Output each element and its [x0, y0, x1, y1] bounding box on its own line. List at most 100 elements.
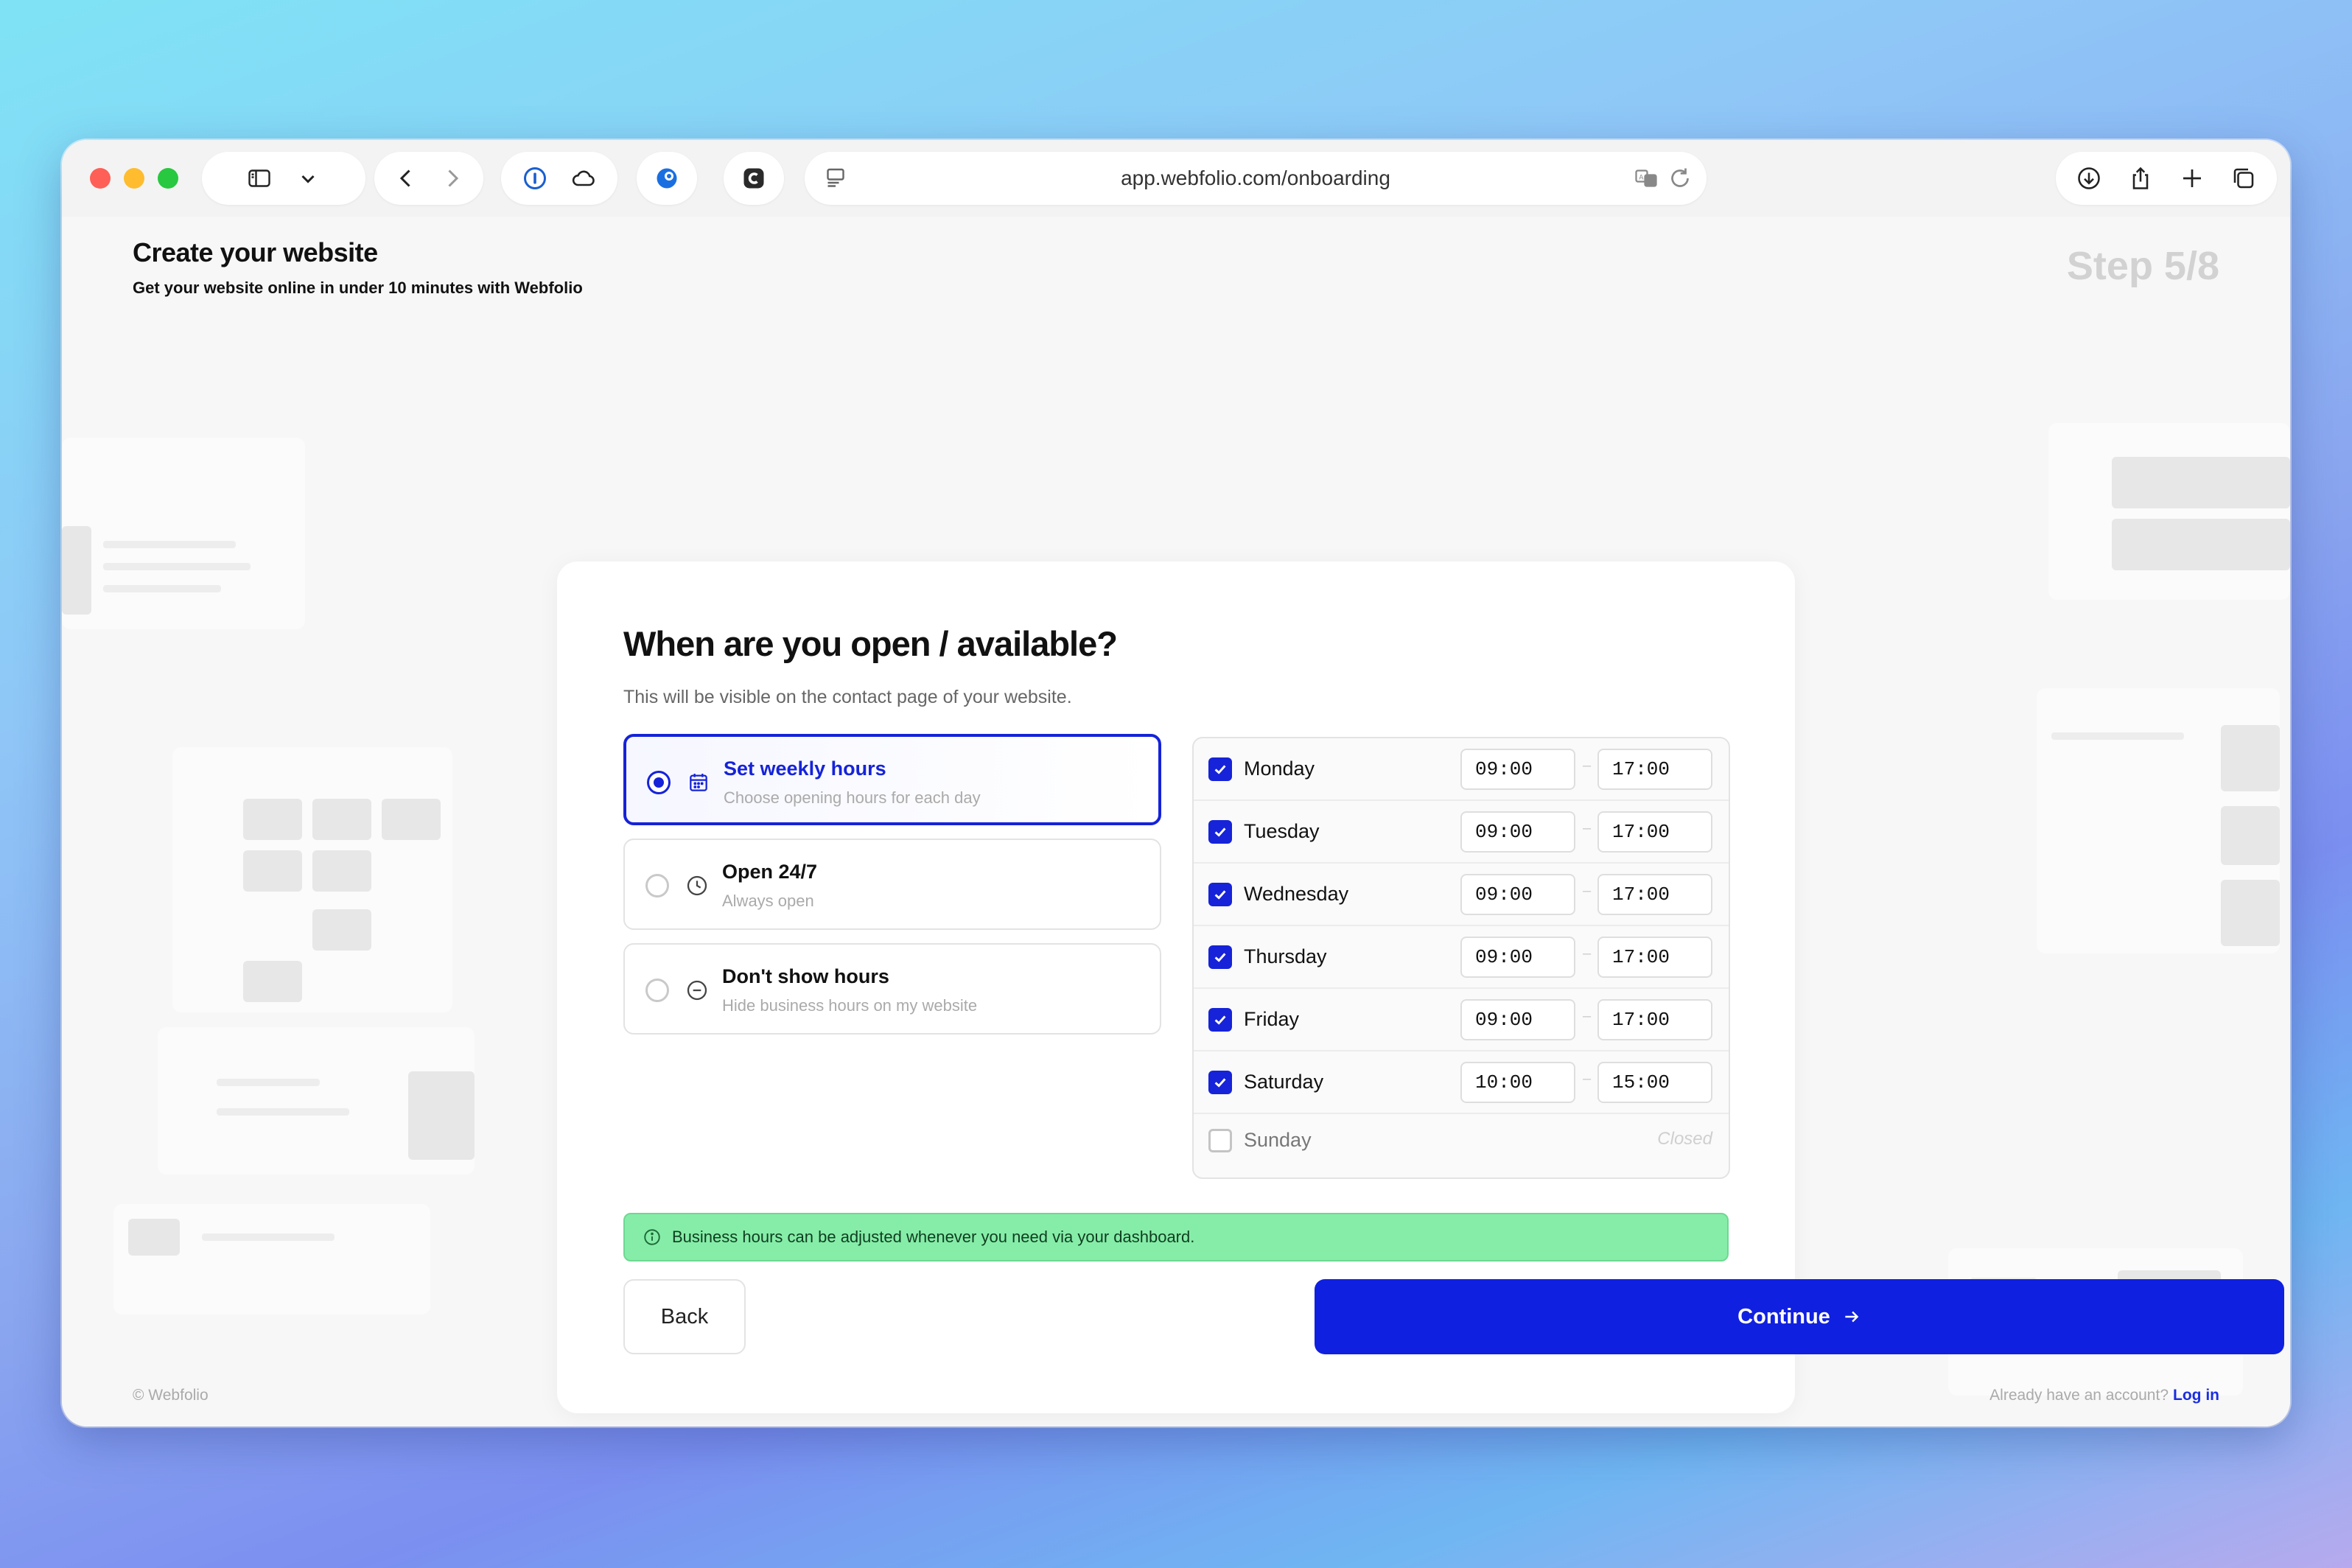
globe-extension-icon[interactable] — [652, 164, 682, 193]
account-prompt-text: Already have an account? — [1989, 1387, 2169, 1404]
open-time-input[interactable]: 09:00 — [1460, 999, 1575, 1040]
hours-mode-options: Set weekly hours Choose opening hours fo… — [623, 734, 1161, 1048]
radio-unselected[interactable] — [645, 874, 669, 897]
window-controls — [90, 168, 178, 189]
schedule-row-saturday: Saturday 10:00 – 15:00 — [1194, 1051, 1729, 1114]
back-arrow-icon[interactable] — [392, 164, 419, 193]
extension-button — [637, 152, 697, 205]
browser-toolbar: app.webfolio.com/onboarding A — [62, 140, 2290, 217]
schedule-row-friday: Friday 09:00 – 17:00 — [1194, 989, 1729, 1051]
step-indicator: Step 5/8 — [2066, 244, 2219, 288]
open-time-input[interactable]: 09:00 — [1460, 811, 1575, 853]
day-label: Sunday — [1244, 1129, 1312, 1151]
page-title: Create your website — [133, 237, 378, 267]
closed-label: Closed — [1657, 1129, 1712, 1149]
option-dont-show-hours[interactable]: Don't show hours Hide business hours on … — [623, 943, 1161, 1035]
download-icon[interactable] — [2074, 164, 2104, 193]
day-checkbox[interactable] — [1208, 757, 1232, 781]
close-window-button[interactable] — [90, 168, 111, 189]
background-preview — [2048, 423, 2290, 600]
option-open-24-7[interactable]: Open 24/7 Always open — [623, 839, 1161, 930]
extension-button — [724, 152, 784, 205]
browser-window: app.webfolio.com/onboarding A Create you… — [62, 140, 2290, 1427]
option-description: Always open — [722, 892, 814, 910]
open-time-input[interactable]: 09:00 — [1460, 937, 1575, 978]
background-preview — [158, 1027, 475, 1175]
sidebar-toggle-icon[interactable] — [245, 164, 274, 193]
background-preview — [2037, 688, 2280, 953]
back-button[interactable]: Back — [623, 1279, 746, 1354]
day-checkbox[interactable] — [1208, 1129, 1232, 1152]
background-preview — [113, 1204, 430, 1315]
close-time-input[interactable]: 17:00 — [1597, 811, 1712, 853]
time-separator: – — [1583, 1071, 1592, 1087]
new-tab-plus-icon[interactable] — [2177, 164, 2207, 193]
day-checkbox[interactable] — [1208, 1008, 1232, 1032]
option-description: Hide business hours on my website — [722, 996, 978, 1015]
password-manager-icon[interactable] — [520, 164, 550, 193]
close-time-input[interactable]: 17:00 — [1597, 999, 1712, 1040]
cloud-icon[interactable] — [569, 164, 598, 193]
day-checkbox[interactable] — [1208, 1071, 1232, 1094]
time-separator: – — [1583, 820, 1592, 836]
radio-selected[interactable] — [647, 771, 671, 794]
time-separator: – — [1583, 757, 1592, 774]
calendar-icon — [690, 774, 707, 791]
question-description: This will be visible on the contact page… — [623, 687, 1072, 707]
info-notice: Business hours can be adjusted whenever … — [623, 1213, 1729, 1261]
minimize-window-button[interactable] — [124, 168, 144, 189]
onboarding-page: Create your website Get your website onl… — [62, 217, 2290, 1427]
sidebar-controls — [202, 152, 365, 205]
open-time-input[interactable]: 10:00 — [1460, 1062, 1575, 1103]
arrow-right-icon — [1845, 1311, 1859, 1323]
option-title: Set weekly hours — [724, 757, 886, 780]
schedule-row-tuesday: Tuesday 09:00 – 17:00 — [1194, 801, 1729, 864]
login-link[interactable]: Log in — [2173, 1387, 2219, 1404]
day-label: Tuesday — [1244, 820, 1320, 842]
forward-arrow-icon[interactable] — [438, 164, 466, 193]
option-title: Open 24/7 — [722, 861, 818, 883]
clock-icon — [687, 875, 707, 896]
reload-icon[interactable] — [1665, 164, 1695, 193]
zoom-window-button[interactable] — [158, 168, 178, 189]
letter-c-extension-icon[interactable] — [739, 164, 769, 193]
url-text: app.webfolio.com/onboarding — [1121, 167, 1390, 189]
day-label: Thursday — [1244, 945, 1327, 967]
close-time-input[interactable]: 17:00 — [1597, 749, 1712, 790]
browser-actions — [2056, 152, 2277, 205]
open-time-input[interactable]: 09:00 — [1460, 749, 1575, 790]
share-icon[interactable] — [2126, 164, 2155, 193]
day-checkbox[interactable] — [1208, 883, 1232, 906]
schedule-row-monday: Monday 09:00 – 17:00 — [1194, 738, 1729, 801]
close-time-input[interactable]: 15:00 — [1597, 1062, 1712, 1103]
open-time-input[interactable]: 09:00 — [1460, 874, 1575, 915]
login-prompt: Already have an account? Log in — [1989, 1387, 2219, 1404]
question-title: When are you open / available? — [623, 624, 1118, 663]
time-separator: – — [1583, 945, 1592, 962]
time-separator: – — [1583, 1008, 1592, 1024]
option-set-weekly-hours[interactable]: Set weekly hours Choose opening hours fo… — [623, 734, 1161, 825]
navigation-controls — [374, 152, 483, 205]
chevron-down-icon[interactable] — [293, 164, 323, 193]
day-checkbox[interactable] — [1208, 945, 1232, 969]
day-label: Friday — [1244, 1008, 1300, 1030]
weekly-schedule: Monday 09:00 – 17:00 Tuesday 09:00 – 17:… — [1192, 737, 1730, 1179]
schedule-row-thursday: Thursday 09:00 – 17:00 — [1194, 926, 1729, 989]
option-description: Choose opening hours for each day — [724, 788, 981, 807]
day-checkbox[interactable] — [1208, 820, 1232, 844]
radio-unselected[interactable] — [645, 979, 669, 1002]
day-label: Monday — [1244, 757, 1315, 780]
tab-overview-icon[interactable] — [2229, 164, 2258, 193]
svg-text:A: A — [1639, 175, 1644, 182]
schedule-row-sunday: Sunday Closed — [1194, 1114, 1729, 1179]
translate-icon[interactable]: A — [1631, 164, 1661, 193]
address-bar[interactable]: app.webfolio.com/onboarding A — [805, 152, 1707, 205]
day-label: Saturday — [1244, 1071, 1324, 1093]
minus-circle-icon — [687, 980, 707, 1001]
background-preview — [62, 438, 305, 629]
notice-text: Business hours can be adjusted whenever … — [672, 1228, 1195, 1246]
close-time-input[interactable]: 17:00 — [1597, 874, 1712, 915]
close-time-input[interactable]: 17:00 — [1597, 937, 1712, 978]
continue-button[interactable]: Continue — [1315, 1279, 2284, 1354]
extensions-group — [501, 152, 617, 205]
